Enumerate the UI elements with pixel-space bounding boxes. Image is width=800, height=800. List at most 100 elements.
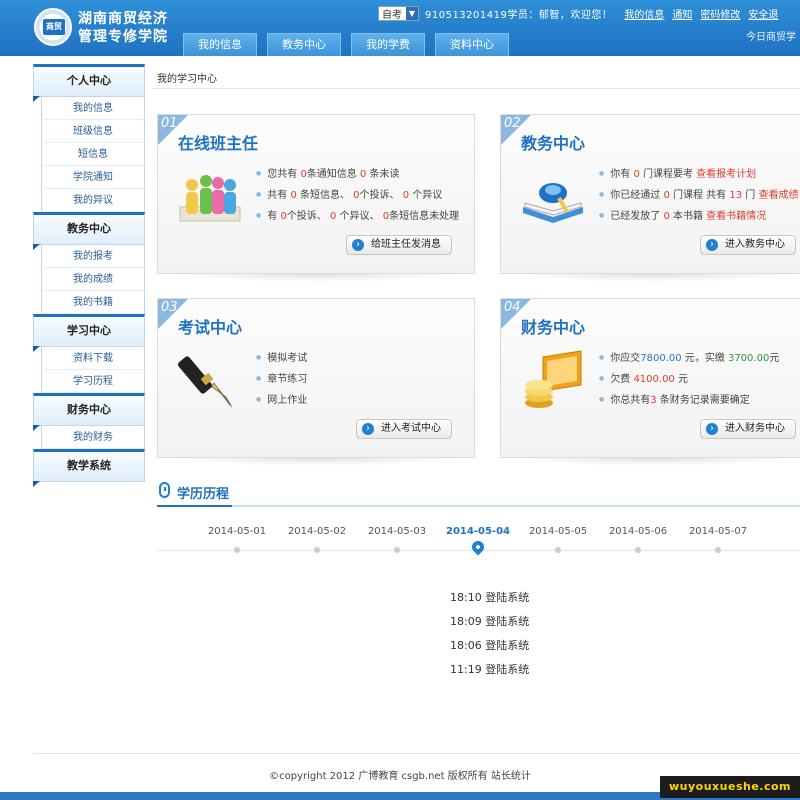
logo-mark: 商贸 (43, 19, 65, 35)
card-number: 04 (504, 300, 521, 315)
list-item: 18:06 登陆系统 (450, 639, 530, 652)
sidebar-item-messages[interactable]: 短信息 (41, 143, 145, 166)
divider (157, 505, 800, 507)
card-shadow (510, 458, 800, 466)
view-exam-plan-link[interactable]: 查看报考计划 (696, 169, 756, 180)
header: 商贸 湖南商贸经济 管理专修学院 自考 ▼ 910513201419学员：郁智，… (0, 0, 800, 56)
card-title: 考试中心 (178, 318, 243, 337)
academic-stats: 你有 0 门课程要考 查看报考计划 你已经通过 0 门课程 共有 13 门 查看… (599, 163, 798, 226)
sidebar-item-objections[interactable]: 我的异议 (41, 189, 145, 212)
sidebar-item-study-history[interactable]: 学习历程 (41, 370, 145, 393)
tab-my-info[interactable]: 我的信息 (183, 33, 257, 56)
link-change-password[interactable]: 密码修改 (700, 6, 740, 21)
sidebar-section-study[interactable]: 学习中心 (33, 314, 145, 352)
card-title: 教务中心 (521, 134, 586, 153)
timeline-dot[interactable] (394, 547, 400, 553)
mouse-icon (159, 482, 170, 498)
sidebar-item-downloads[interactable]: 资料下载 (41, 347, 145, 370)
card-title: 财务中心 (521, 318, 586, 337)
divider (153, 88, 800, 89)
timeline-title: 学历历程 (177, 487, 230, 502)
card-shadow (510, 274, 800, 282)
list-item: 欠费 4100.00 元 (599, 368, 779, 389)
tab-academic[interactable]: 教务中心 (267, 33, 341, 56)
timeline-date[interactable]: 2014-05-02 (277, 526, 357, 537)
school-name: 湖南商贸经济 管理专修学院 (78, 10, 168, 46)
exam-type-select[interactable]: 自考 ▼ (378, 5, 419, 21)
card-online-teacher: 01 在线班主任 您共有 0条通知信息 0 条未读 共有 0 条短信息、 0个投… (157, 114, 475, 274)
list-item: 您共有 0条通知信息 0 条未读 (256, 163, 459, 184)
sidebar-section-personal[interactable]: 个人中心 (33, 64, 145, 102)
sidebar-item-my-info[interactable]: 我的信息 (41, 97, 145, 120)
book-icon (523, 183, 583, 223)
timeline-date[interactable]: 2014-05-05 (518, 526, 598, 537)
card-shadow (167, 274, 465, 282)
timeline-dot[interactable] (314, 547, 320, 553)
card-exam: 03 考试中心 模拟考试 章节练习 网上作业 进入考试中心 (157, 298, 475, 458)
timeline-date[interactable]: 2014-05-01 (197, 526, 277, 537)
sidebar-item-notices[interactable]: 学院通知 (41, 166, 145, 189)
exam-options: 模拟考试 章节练习 网上作业 (256, 347, 307, 410)
exam-type-value: 自考 (382, 9, 402, 21)
divider-accent (157, 505, 232, 507)
enter-academic-button[interactable]: 进入教务中心 (700, 235, 796, 255)
card-shadow (167, 458, 465, 466)
finance-stats: 你应交7800.00 元，实缴 3700.00元 欠费 4100.00 元 你总… (599, 347, 779, 410)
sidebar-item-my-finance[interactable]: 我的财务 (41, 426, 145, 449)
main-nav: 我的信息 教务中心 我的学费 资料中心 (183, 33, 519, 56)
tab-my-tuition[interactable]: 我的学费 (351, 33, 425, 56)
slogan: 今日商贸学 (746, 32, 796, 43)
sidebar: 个人中心 我的信息 班级信息 短信息 学院通知 我的异议 教务中心 我的报考 我… (33, 64, 145, 487)
link-my-info[interactable]: 我的信息 (624, 6, 664, 21)
card-title: 在线班主任 (178, 134, 259, 153)
card-number: 01 (161, 116, 178, 131)
chapter-practice-link[interactable]: 章节练习 (256, 368, 307, 389)
list-item: 你已经通过 0 门课程 共有 13 门 查看成绩 (599, 184, 798, 205)
timeline-dot[interactable] (635, 547, 641, 553)
list-item: 有 0个投诉、 0 个异议、 0条短信息未处理 (256, 205, 459, 226)
enter-exam-button[interactable]: 进入考试中心 (356, 419, 452, 439)
online-homework-link[interactable]: 网上作业 (256, 389, 307, 410)
sidebar-item-class-info[interactable]: 班级信息 (41, 120, 145, 143)
tab-resources[interactable]: 资料中心 (435, 33, 509, 56)
sidebar-section-academic[interactable]: 教务中心 (33, 212, 145, 250)
school-name-line1: 湖南商贸经济 (78, 11, 168, 27)
pen-icon (178, 356, 233, 408)
list-item: 你有 0 门课程要考 查看报考计划 (599, 163, 798, 184)
welcome-text: 910513201419学员：郁智，欢迎您！ (425, 9, 613, 21)
list-item: 11:19 登陆系统 (450, 663, 530, 676)
timeline-date[interactable]: 2014-05-07 (678, 526, 758, 537)
watermark: wuyouxueshe.com (660, 776, 800, 798)
list-item: 共有 0 条短信息、 0个投诉、 0 个异议 (256, 184, 459, 205)
timeline-date[interactable]: 2014-05-03 (357, 526, 437, 537)
coins-laptop-icon (525, 350, 582, 408)
sidebar-section-teaching-system[interactable]: 教学系统 (33, 449, 145, 487)
enter-finance-button[interactable]: 进入财务中心 (700, 419, 796, 439)
view-books-link[interactable]: 查看书籍情况 (706, 211, 766, 222)
people-group-icon (179, 175, 241, 222)
link-logout[interactable]: 安全退 (748, 6, 778, 21)
view-grades-link[interactable]: 查看成绩 (758, 190, 798, 201)
message-teacher-button[interactable]: 给班主任发消息 (346, 235, 452, 255)
sidebar-item-grades[interactable]: 我的成绩 (41, 268, 145, 291)
list-item: 已经发放了 0 本书籍 查看书籍情况 (599, 205, 798, 226)
sidebar-item-books[interactable]: 我的书籍 (41, 291, 145, 314)
card-finance: 04 财务中心 你应交7800.00 元，实缴 3700.00元 欠费 4100… (500, 298, 800, 458)
chevron-down-icon[interactable]: ▼ (406, 6, 418, 20)
teacher-stats: 您共有 0条通知信息 0 条未读 共有 0 条短信息、 0个投诉、 0 个异议 … (256, 163, 459, 226)
timeline-dot[interactable] (555, 547, 561, 553)
timeline-date[interactable]: 2014-05-06 (598, 526, 678, 537)
list-item: 18:09 登陆系统 (450, 615, 530, 628)
link-notice[interactable]: 通知 (672, 6, 692, 21)
card-number: 02 (504, 116, 521, 131)
sidebar-item-registration[interactable]: 我的报考 (41, 245, 145, 268)
list-item: 你总共有3 条财务记录需要确定 (599, 389, 779, 410)
school-logo[interactable]: 商贸 (34, 8, 72, 46)
mock-exam-link[interactable]: 模拟考试 (256, 347, 307, 368)
timeline-dot[interactable] (715, 547, 721, 553)
card-academic: 02 教务中心 你有 0 门课程要考 查看报考计划 你已经通过 0 门课程 共有… (500, 114, 800, 274)
timeline-date-active[interactable]: 2014-05-04 (438, 526, 518, 537)
card-number: 03 (161, 300, 178, 315)
sidebar-section-finance[interactable]: 财务中心 (33, 393, 145, 431)
timeline-dot[interactable] (234, 547, 240, 553)
